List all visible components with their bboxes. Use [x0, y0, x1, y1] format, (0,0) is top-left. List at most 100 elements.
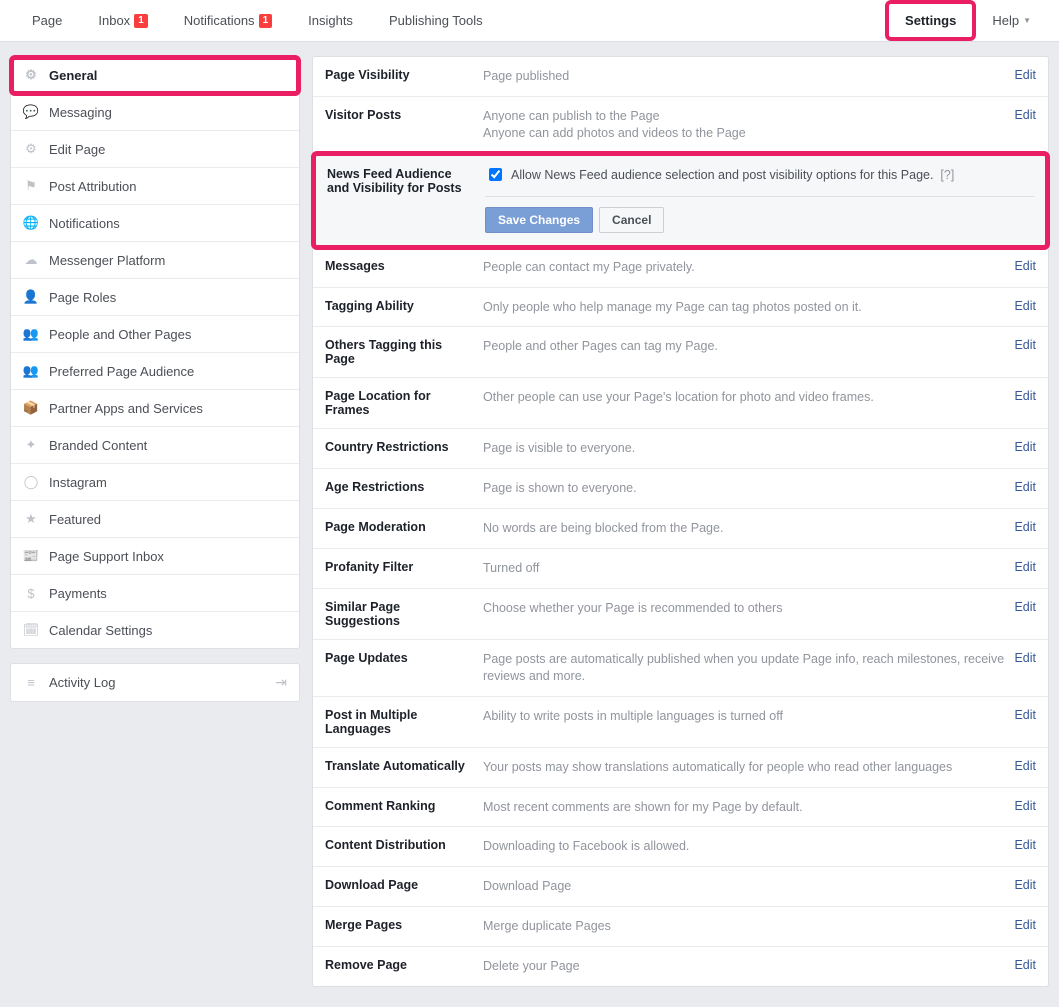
setting-label: Page Visibility — [325, 68, 483, 85]
sidebar-icon: ⚙ — [23, 67, 39, 83]
setting-row-content-distribution: Content DistributionDownloading to Faceb… — [313, 827, 1048, 867]
nav-notifications[interactable]: Notifications 1 — [166, 0, 290, 41]
setting-label: Translate Automatically — [325, 759, 483, 776]
edit-link[interactable]: Edit — [1014, 480, 1036, 497]
setting-value: Page is shown to everyone. — [483, 480, 1014, 497]
sidebar-item-messaging[interactable]: 💬 Messaging — [11, 94, 299, 131]
setting-label: Profanity Filter — [325, 560, 483, 577]
edit-link[interactable]: Edit — [1014, 259, 1036, 276]
save-changes-button[interactable]: Save Changes — [485, 207, 593, 233]
sidebar-item-label: People and Other Pages — [49, 327, 191, 342]
setting-value: Your posts may show translations automat… — [483, 759, 1014, 776]
setting-value: Choose whether your Page is recommended … — [483, 600, 1014, 628]
setting-value: Page posts are automatically published w… — [483, 651, 1014, 685]
sidebar-icon: 🗓 — [23, 622, 39, 638]
edit-link[interactable]: Edit — [1014, 918, 1036, 935]
setting-value: Ability to write posts in multiple langu… — [483, 708, 1014, 736]
sidebar-item-activity-log[interactable]: ≡ Activity Log ⇥ — [11, 664, 299, 701]
edit-link[interactable]: Edit — [1014, 878, 1036, 895]
chevron-down-icon: ▼ — [1023, 16, 1031, 25]
help-icon[interactable]: [?] — [940, 168, 954, 182]
newsfeed-checkbox-label: Allow News Feed audience selection and p… — [511, 167, 954, 184]
edit-link[interactable]: Edit — [1014, 338, 1036, 366]
edit-link[interactable]: Edit — [1014, 440, 1036, 457]
sidebar-item-label: Page Support Inbox — [49, 549, 164, 564]
setting-value: Page published — [483, 68, 1014, 85]
sidebar-icon: 📰 — [23, 548, 39, 564]
sidebar-item-messenger-platform[interactable]: ☁ Messenger Platform — [11, 242, 299, 279]
nav-publishing-tools[interactable]: Publishing Tools — [371, 0, 501, 41]
setting-label: Tagging Ability — [325, 299, 483, 316]
sidebar-icon: ✦ — [23, 437, 39, 453]
edit-link[interactable]: Edit — [1014, 958, 1036, 975]
sidebar-icon: ☁ — [23, 252, 39, 268]
edit-link[interactable]: Edit — [1014, 68, 1036, 85]
edit-link[interactable]: Edit — [1014, 838, 1036, 855]
sidebar-item-label: Branded Content — [49, 438, 147, 453]
sidebar-item-branded-content[interactable]: ✦ Branded Content — [11, 427, 299, 464]
expanded-value: Allow News Feed audience selection and p… — [485, 167, 1034, 233]
nav-settings[interactable]: Settings — [891, 9, 970, 32]
sidebar-item-featured[interactable]: ★Featured — [11, 501, 299, 538]
sidebar-icon: ⚑ — [23, 178, 39, 194]
setting-label: Merge Pages — [325, 918, 483, 935]
sidebar-icon: ⚙ — [23, 141, 39, 157]
sidebar-item-post-attribution[interactable]: ⚑ Post Attribution — [11, 168, 299, 205]
divider — [485, 196, 1034, 197]
setting-row-profanity-filter: Profanity FilterTurned offEdit — [313, 549, 1048, 589]
sidebar-item-general[interactable]: ⚙General — [11, 57, 299, 94]
sidebar-item-people-and-other-pages[interactable]: 👥People and Other Pages — [11, 316, 299, 353]
setting-label: Post in Multiple Languages — [325, 708, 483, 736]
setting-row-page-updates: Page UpdatesPage posts are automatically… — [313, 640, 1048, 697]
edit-link[interactable]: Edit — [1014, 600, 1036, 628]
sidebar-item-calendar-settings[interactable]: 🗓Calendar Settings — [11, 612, 299, 648]
settings-panel: Page VisibilityPage publishedEditVisitor… — [312, 56, 1049, 987]
edit-link[interactable]: Edit — [1014, 108, 1036, 142]
setting-row-age-restrictions: Age RestrictionsPage is shown to everyon… — [313, 469, 1048, 509]
sidebar-item-notifications[interactable]: 🌐Notifications — [11, 205, 299, 242]
edit-link[interactable]: Edit — [1014, 759, 1036, 776]
newsfeed-checkbox[interactable] — [489, 168, 502, 181]
sidebar-item-label: Messenger Platform — [49, 253, 165, 268]
nav-page[interactable]: Page — [14, 0, 80, 41]
sidebar-item-edit-page[interactable]: ⚙Edit Page — [11, 131, 299, 168]
edit-link[interactable]: Edit — [1014, 520, 1036, 537]
sidebar-item-label: Post Attribution — [49, 179, 136, 194]
setting-row-page-visibility: Page VisibilityPage publishedEdit — [313, 57, 1048, 97]
edit-link[interactable]: Edit — [1014, 560, 1036, 577]
sidebar-icon: 💬 — [23, 104, 39, 120]
nav-insights[interactable]: Insights — [290, 0, 371, 41]
sidebar-item-partner-apps-and-services[interactable]: 📦Partner Apps and Services — [11, 390, 299, 427]
sidebar-icon: ◯ — [23, 474, 39, 490]
setting-label: Age Restrictions — [325, 480, 483, 497]
sidebar-item-instagram[interactable]: ◯ Instagram — [11, 464, 299, 501]
sidebar-item-label: Messaging — [49, 105, 112, 120]
setting-label: Comment Ranking — [325, 799, 483, 816]
edit-link[interactable]: Edit — [1014, 651, 1036, 685]
setting-label: News Feed Audience and Visibility for Po… — [327, 167, 485, 233]
sidebar: ⚙General 💬 Messaging ⚙Edit Page ⚑ Post Attrib… — [10, 56, 300, 716]
sidebar-item-label: Instagram — [49, 475, 107, 490]
nav-left: Page Inbox 1 Notifications 1 Insights Pu… — [14, 0, 501, 41]
sidebar-item-preferred-page-audience[interactable]: 👥Preferred Page Audience — [11, 353, 299, 390]
setting-label: Content Distribution — [325, 838, 483, 855]
setting-row-similar-page-suggestions: Similar Page SuggestionsChoose whether y… — [313, 589, 1048, 640]
edit-link[interactable]: Edit — [1014, 389, 1036, 417]
sidebar-item-label: Preferred Page Audience — [49, 364, 194, 379]
sidebar-item-page-roles[interactable]: 👤Page Roles — [11, 279, 299, 316]
edit-link[interactable]: Edit — [1014, 299, 1036, 316]
nav-inbox[interactable]: Inbox 1 — [80, 0, 165, 41]
sidebar-item-payments[interactable]: $Payments — [11, 575, 299, 612]
newsfeed-checkbox-row[interactable]: Allow News Feed audience selection and p… — [485, 167, 1034, 184]
edit-link[interactable]: Edit — [1014, 799, 1036, 816]
nav-inbox-label: Inbox — [98, 13, 130, 28]
setting-label: Download Page — [325, 878, 483, 895]
setting-value: Most recent comments are shown for my Pa… — [483, 799, 1014, 816]
nav-help[interactable]: Help ▼ — [976, 0, 1047, 41]
edit-link[interactable]: Edit — [1014, 708, 1036, 736]
setting-label: Page Updates — [325, 651, 483, 685]
sidebar-activity-group: ≡ Activity Log ⇥ — [10, 663, 300, 702]
setting-row-download-page: Download PageDownload PageEdit — [313, 867, 1048, 907]
cancel-button[interactable]: Cancel — [599, 207, 664, 233]
sidebar-item-page-support-inbox[interactable]: 📰 Page Support Inbox — [11, 538, 299, 575]
